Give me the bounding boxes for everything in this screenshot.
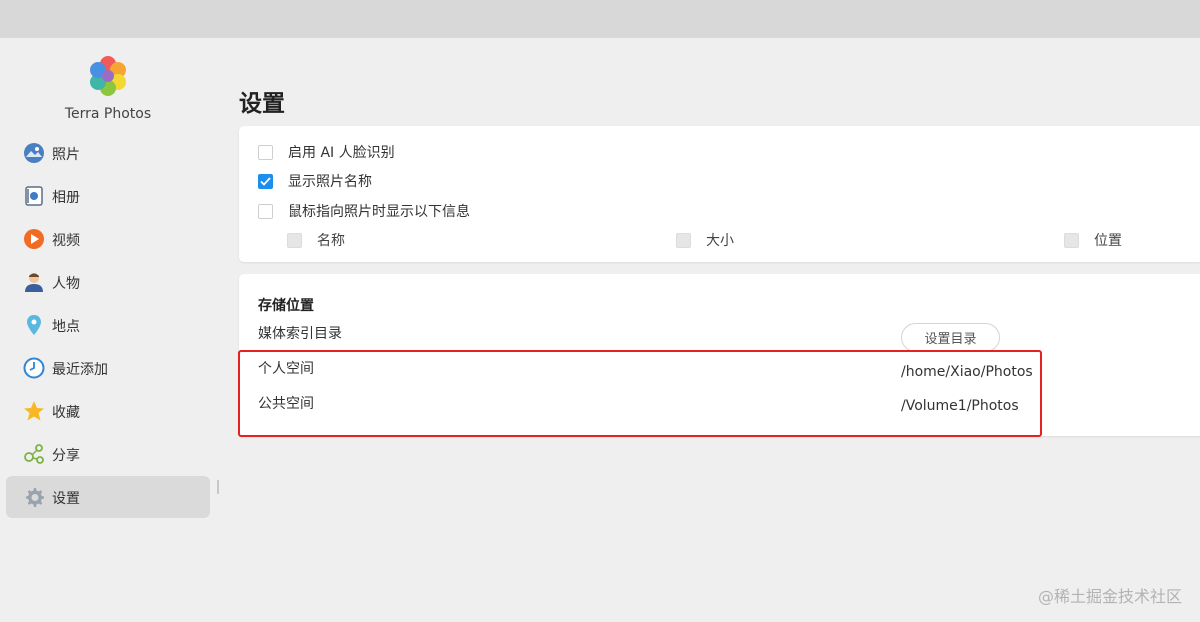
hover-info-checkbox[interactable] xyxy=(258,203,273,219)
sidebar-item-label: 收藏 xyxy=(52,405,80,421)
clock-icon xyxy=(23,357,45,379)
hover-option-size: 大小 xyxy=(676,230,734,250)
ai-face-recognition-checkbox[interactable] xyxy=(258,144,273,160)
hover-info-option[interactable]: 鼠标指向照片时显示以下信息 xyxy=(258,201,470,221)
ai-face-recognition-option[interactable]: 启用 AI 人脸识别 xyxy=(258,142,395,162)
sidebar-item-videos[interactable]: 视频 xyxy=(6,218,210,260)
sidebar: Terra Photos 照片 相册 视频 人物 地点 最近添加 收藏 分享 设… xyxy=(0,38,222,622)
star-icon xyxy=(23,400,45,422)
checkbox-label: 显示照片名称 xyxy=(288,174,372,190)
media-index-label: 媒体索引目录 xyxy=(258,326,342,342)
show-photo-name-option[interactable]: 显示照片名称 xyxy=(258,171,372,191)
app-name: Terra Photos xyxy=(64,106,152,122)
sidebar-item-albums[interactable]: 相册 xyxy=(6,175,210,217)
sidebar-item-label: 照片 xyxy=(52,147,80,163)
person-icon xyxy=(23,271,45,293)
photo-icon xyxy=(23,142,45,164)
hover-option-checkbox xyxy=(1064,232,1079,248)
checkbox-label: 位置 xyxy=(1094,233,1122,249)
sidebar-item-label: 视频 xyxy=(52,233,80,249)
hover-option-location: 位置 xyxy=(1064,230,1122,250)
sidebar-item-label: 人物 xyxy=(52,276,80,292)
sidebar-item-favorites[interactable]: 收藏 xyxy=(6,390,210,432)
sidebar-resize-handle[interactable] xyxy=(217,480,219,494)
storage-section-title: 存储位置 xyxy=(258,298,314,314)
sidebar-item-places[interactable]: 地点 xyxy=(6,304,210,346)
display-settings-card: 启用 AI 人脸识别 显示照片名称 鼠标指向照片时显示以下信息 名称 大小 位置 xyxy=(239,126,1200,262)
hover-option-checkbox xyxy=(287,232,302,248)
show-photo-name-checkbox[interactable] xyxy=(258,173,273,189)
gear-icon xyxy=(23,486,45,508)
title-bar xyxy=(0,0,1200,38)
checkbox-label: 名称 xyxy=(317,233,345,249)
checkmark-icon xyxy=(260,176,271,186)
share-icon xyxy=(23,443,45,465)
set-directory-button[interactable]: 设置目录 xyxy=(901,323,1000,352)
checkbox-label: 大小 xyxy=(706,233,734,249)
sidebar-item-share[interactable]: 分享 xyxy=(6,433,210,475)
sidebar-item-label: 最近添加 xyxy=(52,362,108,378)
sidebar-item-label: 相册 xyxy=(52,190,80,206)
sidebar-item-settings[interactable]: 设置 xyxy=(6,476,210,518)
highlight-annotation-box xyxy=(238,350,1042,437)
sidebar-item-recent[interactable]: 最近添加 xyxy=(6,347,210,389)
hover-option-name: 名称 xyxy=(287,230,345,250)
album-icon xyxy=(23,185,45,207)
sidebar-item-label: 设置 xyxy=(52,491,80,507)
location-pin-icon xyxy=(23,314,45,336)
sidebar-item-people[interactable]: 人物 xyxy=(6,261,210,303)
checkbox-label: 鼠标指向照片时显示以下信息 xyxy=(288,204,470,220)
sidebar-item-photos[interactable]: 照片 xyxy=(6,132,210,174)
page-title: 设置 xyxy=(239,91,285,117)
checkbox-label: 启用 AI 人脸识别 xyxy=(288,145,395,161)
sidebar-item-label: 地点 xyxy=(52,319,80,335)
video-icon xyxy=(23,228,45,250)
terra-photos-logo xyxy=(84,52,132,100)
sidebar-item-label: 分享 xyxy=(52,448,80,464)
hover-option-checkbox xyxy=(676,232,691,248)
watermark: @稀土掘金技术社区 xyxy=(1037,587,1182,606)
